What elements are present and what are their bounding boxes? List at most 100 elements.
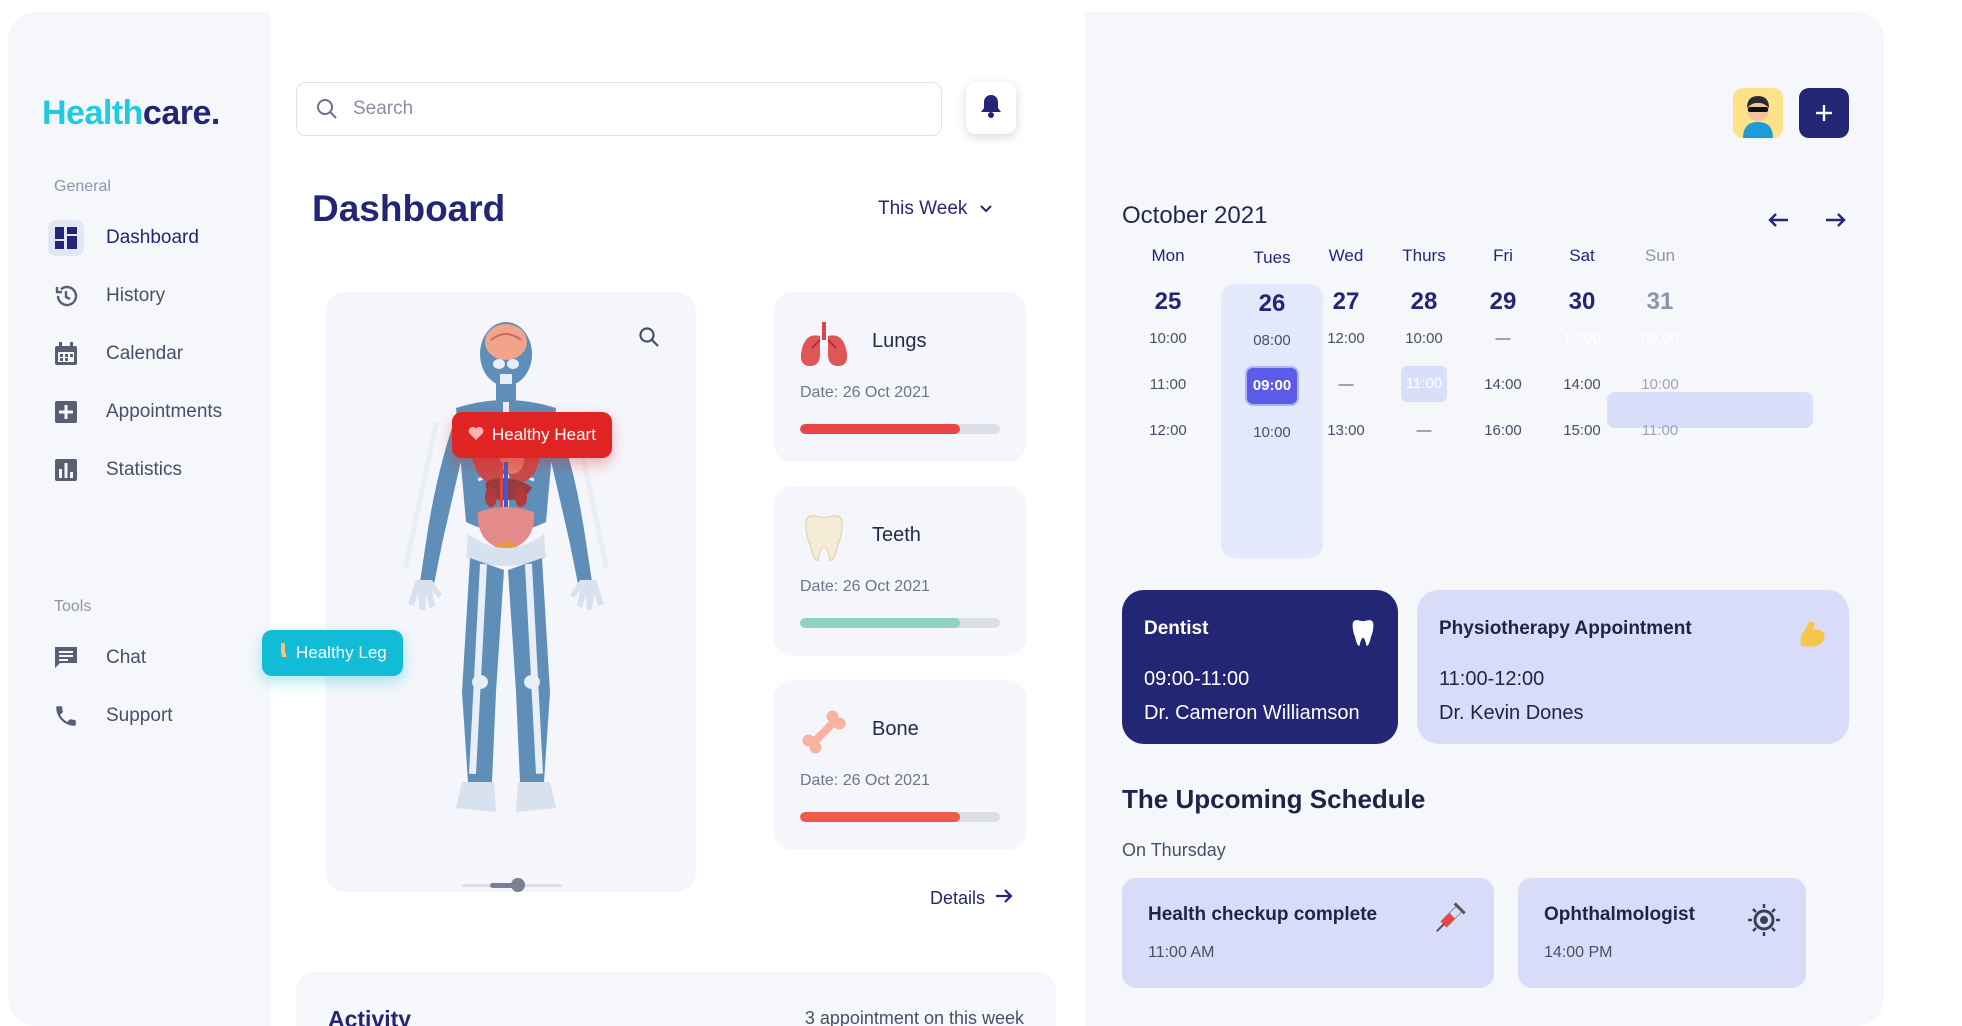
calendar-month: October 2021 <box>1122 202 1268 229</box>
avatar[interactable] <box>1733 88 1783 138</box>
day-date: 29 <box>1489 288 1517 315</box>
arrow-right-icon[interactable] <box>1825 212 1847 233</box>
time-slot[interactable]: 16:00 <box>1458 422 1548 439</box>
app-window: Healthcare. General Dashboard History Ca… <box>8 12 1884 1026</box>
sidebar-item-label: Dashboard <box>106 227 199 248</box>
carousel-slider[interactable] <box>462 878 562 892</box>
sidebar-item-calendar[interactable]: Calendar <box>48 332 258 376</box>
plus-square-icon <box>48 394 84 430</box>
time-slot[interactable]: 12:00 <box>1301 330 1391 347</box>
period-dropdown[interactable]: This Week <box>878 198 993 220</box>
calendar-day-sat[interactable]: Sat 30 <box>1537 246 1627 316</box>
add-button[interactable] <box>1799 88 1849 138</box>
day-name: Thurs <box>1402 246 1446 265</box>
upcoming-title: The Upcoming Schedule <box>1122 784 1426 814</box>
organ-card-bone[interactable]: Bone Date: 26 Oct 2021 <box>774 680 1026 850</box>
time-slot[interactable]: 09:00 <box>1247 368 1297 404</box>
schedule-title: Health checkup complete <box>1148 904 1378 925</box>
calendar-day-thurs[interactable]: Thurs 28 <box>1379 246 1469 316</box>
healthy-leg-badge[interactable]: Healthy Leg <box>262 630 403 676</box>
plus-icon <box>1815 96 1833 130</box>
calendar-day-mon[interactable]: Mon 25 <box>1123 246 1213 316</box>
day-name: Wed <box>1328 246 1364 265</box>
sidebar-item-label: History <box>106 285 166 306</box>
organ-progress-bar <box>800 812 1000 822</box>
heart-icon <box>468 425 484 445</box>
time-slot[interactable]: 12:00 <box>1537 330 1627 347</box>
appointment-card-dentist[interactable]: Dentist 09:00-11:00 Dr. Cameron Williams… <box>1122 590 1398 744</box>
time-slot[interactable]: 10:00 <box>1379 330 1469 347</box>
appointment-title: Physiotherapy Appointment <box>1439 618 1692 639</box>
arrow-right-icon <box>995 888 1013 909</box>
calendar-icon <box>48 336 84 372</box>
main-content: Search Dashboard This Week Healthy Heart… <box>262 12 1085 1026</box>
bell-icon <box>979 93 1003 124</box>
healthy-heart-badge[interactable]: Healthy Heart <box>452 412 612 458</box>
zoom-icon[interactable] <box>638 326 660 353</box>
schedule-card-checkup[interactable]: Health checkup complete 11:00 AM <box>1122 878 1494 988</box>
period-label: This Week <box>878 198 968 219</box>
time-slot[interactable]: 14:00 <box>1537 376 1627 393</box>
progress-fill <box>800 424 960 434</box>
appointment-time: 09:00-11:00 <box>1144 668 1250 690</box>
arrow-left-icon[interactable] <box>1767 212 1789 233</box>
day-name: Sat <box>1569 246 1595 265</box>
tooth-icon <box>1348 616 1378 655</box>
schedule-card-ophthalmologist[interactable]: Ophthalmologist 14:00 PM <box>1518 878 1806 988</box>
time-slot[interactable]: 15:00 <box>1537 422 1627 439</box>
calendar-day-wed[interactable]: Wed 27 <box>1301 246 1391 316</box>
day-date: 28 <box>1410 288 1438 315</box>
notification-button[interactable] <box>966 82 1016 134</box>
bar-chart-icon <box>48 452 84 488</box>
organ-card-lungs[interactable]: Lungs Date: 26 Oct 2021 <box>774 292 1026 462</box>
progress-fill <box>800 812 960 822</box>
slider-handle[interactable] <box>511 878 525 892</box>
time-slot[interactable]: 11:00 <box>1401 366 1447 402</box>
day-date: 30 <box>1568 288 1596 315</box>
dashboard-icon <box>48 220 84 256</box>
activity-panel: Activity 3 appointment on this week <box>296 972 1056 1026</box>
search-input[interactable]: Search <box>353 98 413 120</box>
organ-name: Bone <box>872 718 919 740</box>
calendar-day-fri[interactable]: Fri 29 <box>1458 246 1548 316</box>
search-bar[interactable]: Search <box>296 82 942 136</box>
time-slot[interactable]: — <box>1379 422 1469 439</box>
organ-card-teeth[interactable]: Teeth Date: 26 Oct 2021 <box>774 486 1026 656</box>
time-slot[interactable]: — <box>1301 376 1391 393</box>
calendar-day-sun[interactable]: Sun 31 <box>1615 246 1705 316</box>
sidebar-item-history[interactable]: History <box>48 274 258 318</box>
right-panel: October 2021 Mon 25 10:00 11:00 12:00 Tues 26 0… <box>1085 12 1884 1026</box>
sidebar-item-label: Appointments <box>106 401 223 422</box>
lungs-icon <box>798 318 850 370</box>
sidebar-item-chat[interactable]: Chat <box>48 636 258 680</box>
sidebar-item-label: Chat <box>106 647 147 668</box>
sidebar-item-appointments[interactable]: Appointments <box>48 390 258 434</box>
time-slot[interactable]: 10:00 <box>1615 376 1705 393</box>
appointment-card-physiotherapy[interactable]: Physiotherapy Appointment 11:00-12:00 Dr… <box>1417 590 1849 744</box>
tooth-icon <box>798 512 850 564</box>
sidebar-item-support[interactable]: Support <box>48 694 258 738</box>
time-slot[interactable]: 11:00 <box>1615 422 1705 439</box>
sidebar-item-dashboard[interactable]: Dashboard <box>48 216 258 260</box>
time-slot[interactable]: 10:00 <box>1123 330 1213 347</box>
phone-icon <box>48 698 84 734</box>
appointment-doctor: Dr. Cameron Williamson <box>1144 702 1360 724</box>
time-slot[interactable]: 11:00 <box>1123 376 1213 393</box>
schedule-time: 11:00 AM <box>1148 944 1215 961</box>
day-name: Fri <box>1493 246 1513 265</box>
time-slot[interactable]: 09:00 <box>1615 330 1705 347</box>
progress-fill <box>800 618 960 628</box>
time-slot[interactable]: 13:00 <box>1301 422 1391 439</box>
time-slot[interactable]: 14:00 <box>1458 376 1548 393</box>
time-slot[interactable]: 12:00 <box>1123 422 1213 439</box>
page-title: Dashboard <box>312 188 506 229</box>
bone-icon <box>798 706 850 758</box>
time-slot[interactable]: — <box>1458 330 1548 347</box>
sidebar-item-label: Calendar <box>106 343 184 364</box>
sidebar-item-statistics[interactable]: Statistics <box>48 448 258 492</box>
details-link[interactable]: Details <box>930 888 1013 909</box>
sidebar-item-label: Statistics <box>106 459 183 480</box>
organ-date: Date: 26 Oct 2021 <box>800 578 930 595</box>
details-label: Details <box>930 888 986 908</box>
appointment-doctor: Dr. Kevin Dones <box>1439 702 1584 724</box>
